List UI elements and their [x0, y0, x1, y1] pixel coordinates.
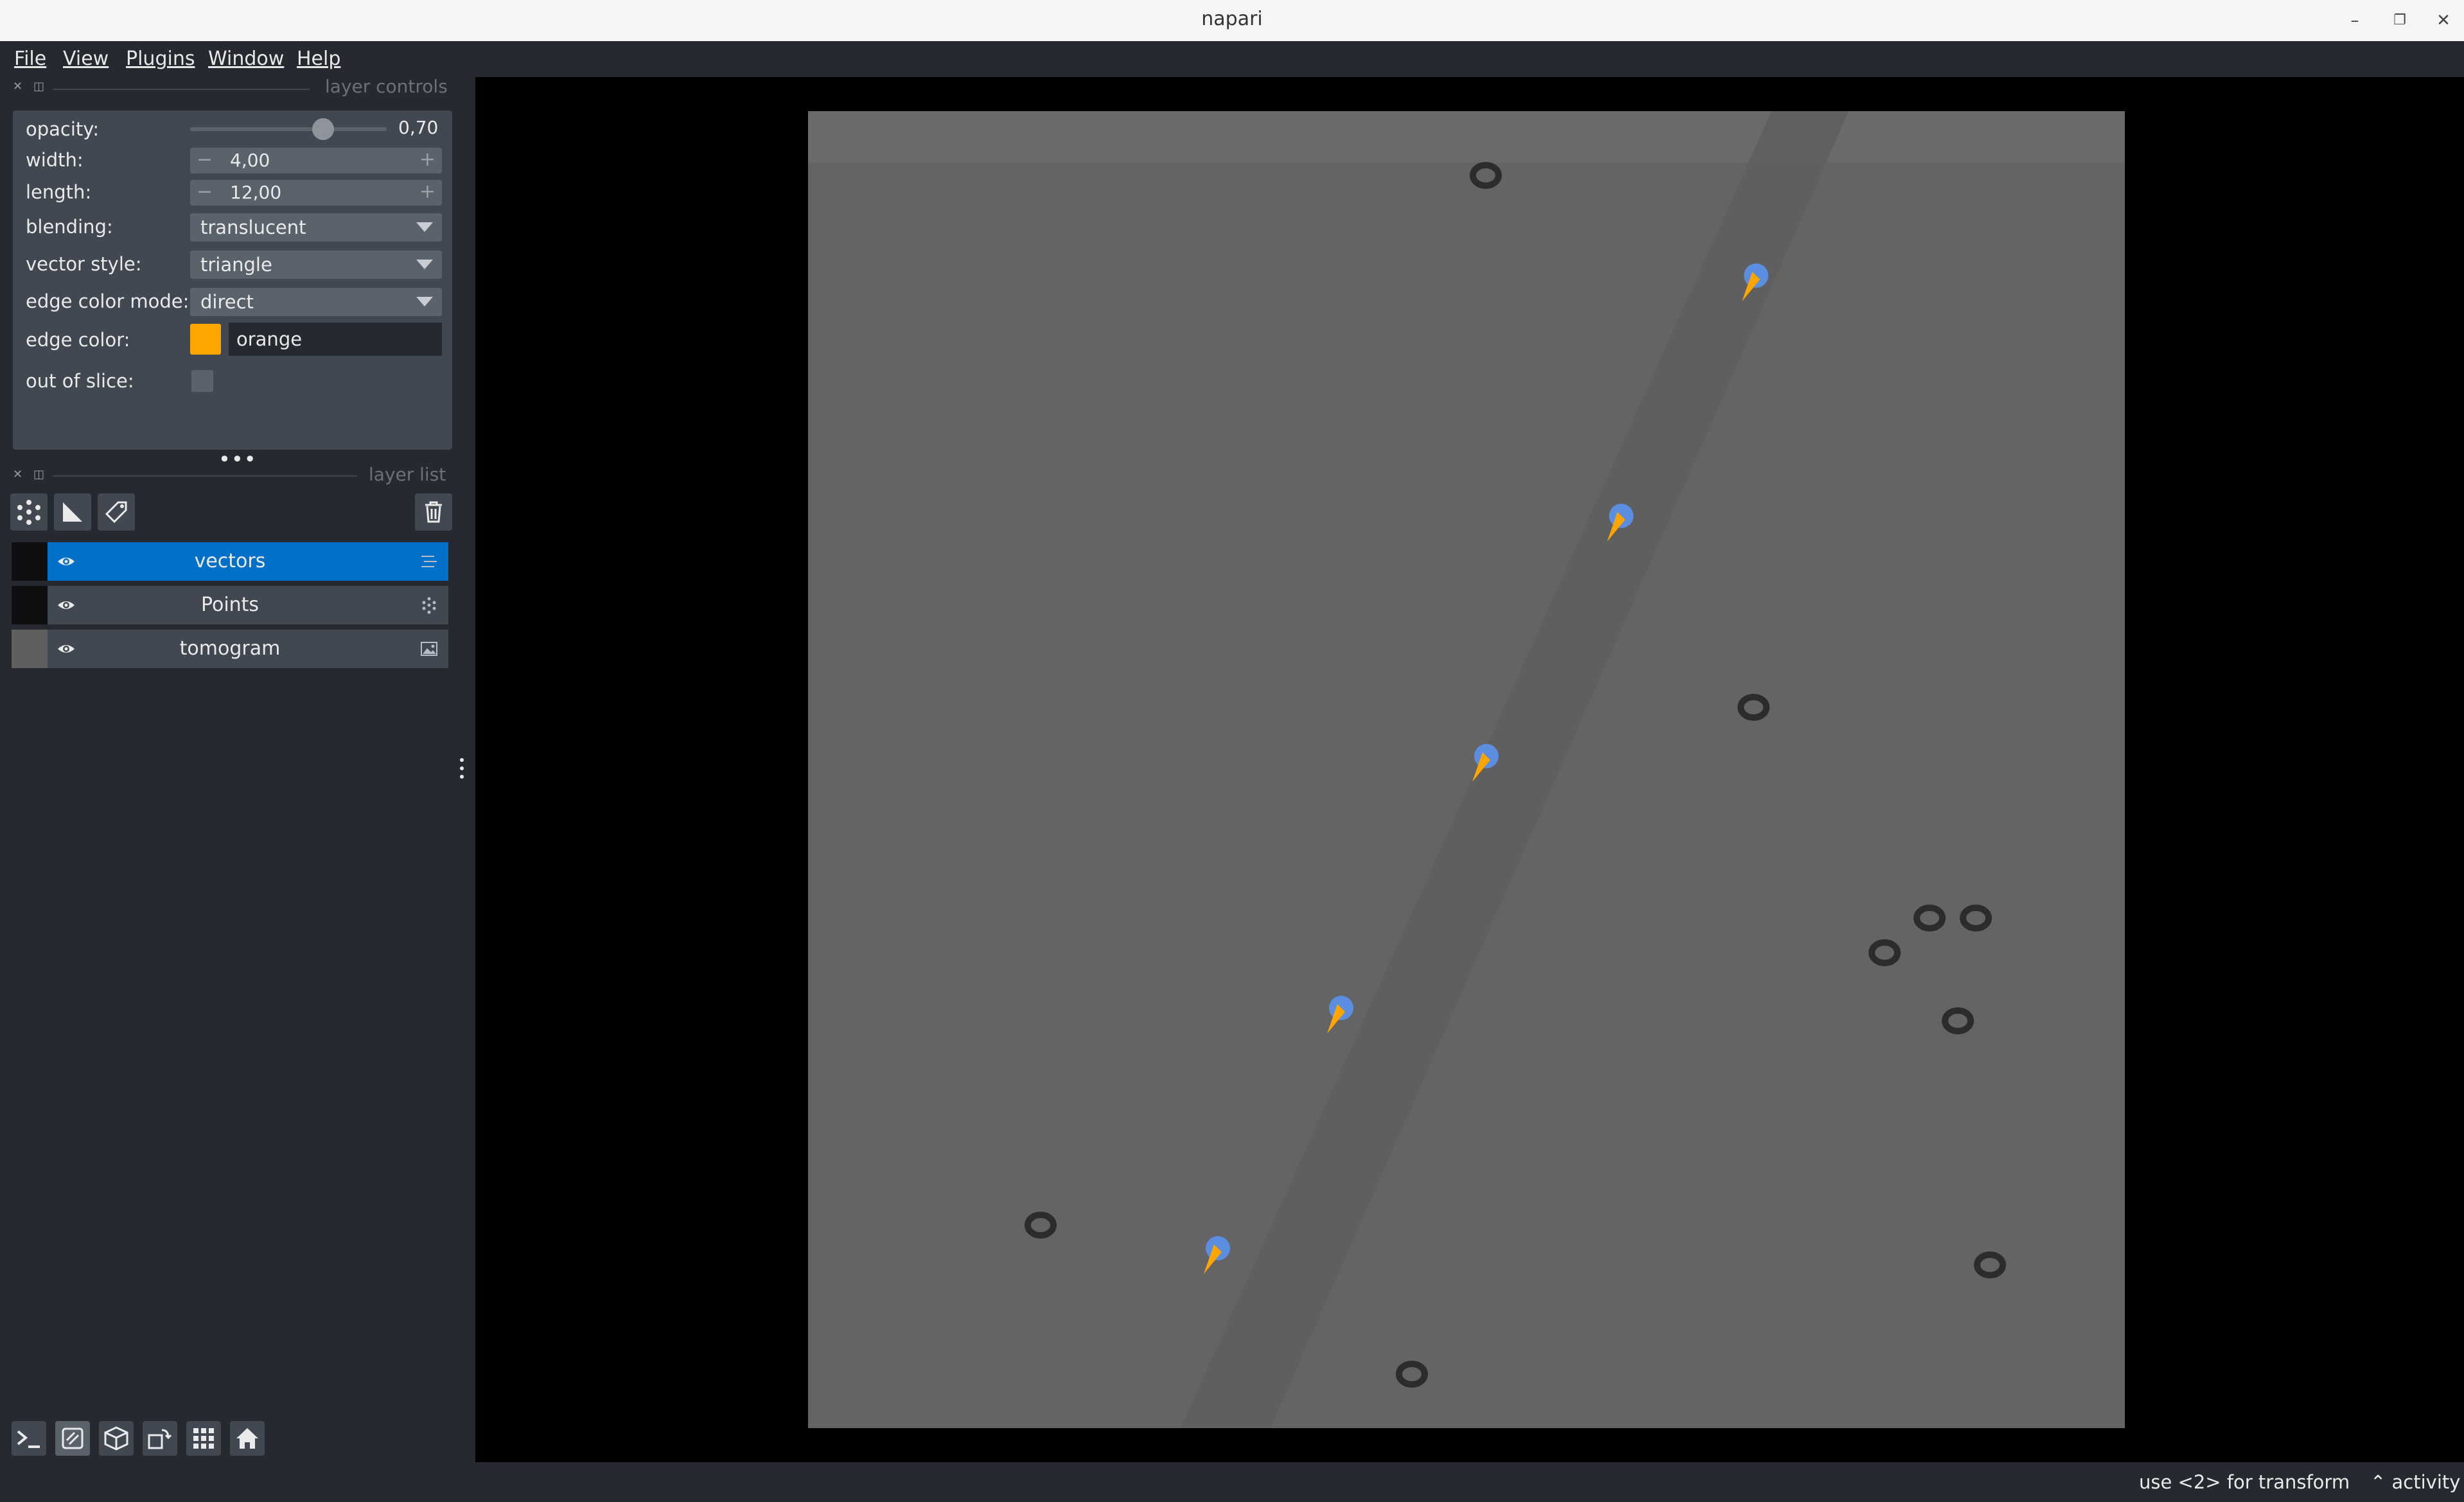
roll-dims-button[interactable]: [99, 1421, 134, 1456]
menu-bar: [0, 41, 2464, 77]
width-value[interactable]: 4,00: [230, 148, 270, 173]
layer-item-tomogram[interactable]: tomogram: [12, 630, 448, 668]
edge-color-value[interactable]: orange: [236, 322, 302, 356]
edge-color-swatch[interactable]: [190, 324, 221, 355]
opacity-slider[interactable]: [190, 127, 387, 131]
activity-button[interactable]: ⌃ activity: [2370, 1462, 2460, 1502]
title-bar: napari – ❐ ✕: [0, 0, 2464, 42]
window-title: napari: [1201, 8, 1263, 30]
menu-help[interactable]: Help: [297, 41, 340, 77]
new-labels-layer-button[interactable]: [98, 493, 135, 531]
dock-float-icon[interactable]: ◫: [33, 468, 44, 481]
length-value[interactable]: 12,00: [230, 180, 281, 206]
layer-controls-title: layer controls: [325, 76, 448, 97]
points-icon: [422, 597, 436, 614]
square-cube-icon: [62, 1427, 84, 1449]
edge-color-mode-label: edge color mode:: [26, 290, 189, 312]
points-icon: [17, 500, 40, 525]
tomogram-image[interactable]: [808, 111, 2125, 1428]
new-points-layer-button[interactable]: [10, 493, 48, 531]
layer-item-points[interactable]: Points: [12, 586, 448, 624]
reset-view-button[interactable]: [230, 1421, 265, 1456]
menu-plugins[interactable]: Plugins: [126, 41, 195, 77]
layer-name[interactable]: tomogram: [12, 630, 448, 668]
status-bar: [0, 1462, 2464, 1502]
edge-color-field[interactable]: orange: [229, 322, 442, 356]
length-label: length:: [26, 181, 92, 203]
vector-style-label: vector style:: [26, 253, 142, 275]
blending-label: blending:: [26, 216, 113, 238]
tomogram-rendering: [808, 111, 2125, 1428]
menu-window[interactable]: Window: [208, 41, 284, 77]
console-button[interactable]: [12, 1421, 46, 1456]
home-icon: [236, 1428, 258, 1449]
vector-style-select[interactable]: triangle: [190, 251, 442, 279]
section-divider: [53, 475, 357, 477]
layer-item-vectors[interactable]: vectors: [12, 542, 448, 581]
splitter-handle[interactable]: •••: [218, 447, 257, 472]
menu-file[interactable]: File: [14, 41, 46, 77]
width-spinbox[interactable]: − 4,00 +: [190, 148, 442, 173]
opacity-label: opacity:: [26, 118, 100, 140]
layer-name[interactable]: Points: [12, 586, 448, 624]
opacity-value: 0,70: [398, 117, 439, 138]
section-divider: [53, 89, 310, 90]
tag-icon: [105, 501, 127, 524]
decrement-icon[interactable]: −: [197, 180, 213, 204]
blending-select[interactable]: translucent: [190, 213, 442, 242]
terminal-icon: [17, 1430, 40, 1448]
increment-icon[interactable]: +: [419, 148, 436, 172]
new-shapes-layer-button[interactable]: [54, 493, 91, 531]
edge-color-mode-select[interactable]: direct: [190, 288, 442, 316]
menu-view[interactable]: View: [63, 41, 109, 77]
blending-value: translucent: [200, 216, 306, 238]
decrement-icon[interactable]: −: [197, 148, 213, 172]
chevron-up-icon: ⌃: [2370, 1471, 2386, 1493]
image-icon: [421, 642, 437, 656]
shapes-icon: [63, 502, 82, 522]
dropdown-arrow-icon: [416, 222, 433, 232]
vectors-icon: [421, 556, 437, 567]
grid-view-button[interactable]: [186, 1421, 221, 1456]
trash-icon: [425, 501, 442, 523]
minimize-button[interactable]: –: [2342, 8, 2368, 33]
edge-color-mode-value: direct: [200, 291, 254, 313]
dropdown-arrow-icon: [416, 297, 433, 306]
width-label: width:: [26, 149, 84, 171]
out-of-slice-label: out of slice:: [26, 370, 134, 392]
dropdown-arrow-icon: [416, 260, 433, 269]
increment-icon[interactable]: +: [419, 180, 436, 204]
delete-layer-button[interactable]: [415, 493, 452, 531]
status-hint: use <2> for transform: [2139, 1471, 2350, 1493]
layer-list-title: layer list: [369, 464, 446, 485]
dock-float-icon[interactable]: ◫: [33, 80, 44, 93]
toggle-ndisplay-button[interactable]: [55, 1421, 90, 1456]
edge-color-label: edge color:: [26, 329, 130, 351]
close-button[interactable]: ✕: [2431, 8, 2456, 33]
out-of-slice-checkbox[interactable]: [191, 370, 213, 392]
layer-name[interactable]: vectors: [12, 542, 448, 581]
dock-close-icon[interactable]: ✕: [13, 80, 22, 93]
grid-icon: [193, 1428, 214, 1449]
vector-style-value: triangle: [200, 254, 272, 276]
length-spinbox[interactable]: − 12,00 +: [190, 180, 442, 206]
cube-icon: [104, 1426, 128, 1451]
transpose-icon: [148, 1429, 172, 1449]
dock-close-icon[interactable]: ✕: [13, 468, 22, 481]
restore-button[interactable]: ❐: [2387, 8, 2413, 33]
transpose-dims-button[interactable]: [143, 1421, 177, 1456]
dock-splitter-handle[interactable]: [459, 757, 465, 780]
